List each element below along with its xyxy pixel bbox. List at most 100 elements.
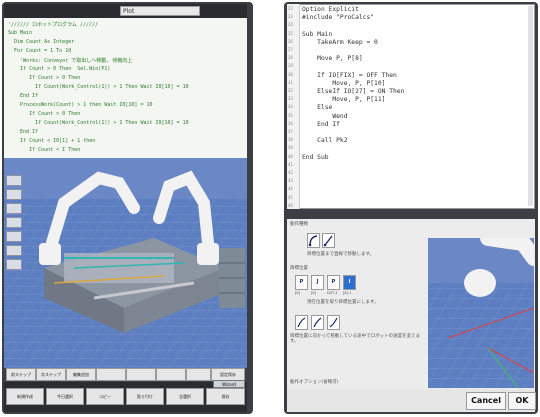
speed-curve-icon-2 <box>313 317 322 328</box>
line-number-gutter: 22 23 24 25 26 27 28 29 30 31 32 33 34 35 36 37 38 39 40 41… <box>287 4 300 209</box>
view-front-button[interactable] <box>6 231 22 242</box>
right-code-line: Wend <box>302 112 348 120</box>
target-i-button[interactable]: I <box>343 275 356 290</box>
left-toolbar-row-2: 新規作成 今日選択 コピー 貼り付け 全選択 保存 <box>6 388 245 406</box>
target-position-description: 現在位置を取り目標位置にします。 <box>307 300 379 305</box>
right-code-line: Call Pk2 <box>302 137 348 145</box>
add-edit-button[interactable]: 編集追加 <box>66 368 96 381</box>
motion-options-label: 動作オプション(省略可) <box>290 380 339 385</box>
target-j-button[interactable]: J <box>311 275 324 290</box>
right-code-line: #include "ProCalcs" <box>302 14 375 22</box>
ok-button[interactable]: OK <box>508 392 536 410</box>
right-code-line: Move, P, P[11] <box>302 96 386 104</box>
target-i-text: I <box>348 279 351 285</box>
target-j-text: J <box>316 279 319 285</box>
panel-divider <box>287 210 535 219</box>
left-code-line: If Count > 0 Then Sel.Win(P1) <box>8 66 111 72</box>
right-3d-preview[interactable] <box>428 238 534 388</box>
line-number: 35 <box>288 112 293 118</box>
right-code-line: End Sub <box>302 153 329 161</box>
left-code-line: If Count > 0 Then <box>8 75 81 81</box>
view-rotate-button[interactable] <box>6 189 22 200</box>
select-button[interactable]: 今日選択 <box>46 388 84 405</box>
line-number: 42 <box>288 170 293 175</box>
copy-button[interactable]: コピー <box>86 388 124 405</box>
left-code-line: End If <box>8 129 39 135</box>
right-code-editor[interactable]: Option Explicit #include "ProCalcs" Sub Ma… <box>287 4 535 209</box>
left-code-line: If Count < I Then <box>8 147 81 153</box>
right-code-line: Option Explicit <box>302 6 359 13</box>
target-j-sublabel: [8] <box>311 291 316 295</box>
target-p-button[interactable]: P <box>295 275 308 290</box>
next-step-button[interactable]: 次ステップ <box>36 368 66 381</box>
left-code-line: Sub Main <box>8 30 33 36</box>
line-number: 26 <box>288 38 293 44</box>
line-number: 43 <box>288 178 293 184</box>
left-code-line: 'Works: Conveyor で取出しへ移動, 待機向上 <box>8 58 133 64</box>
paste-button[interactable]: 貼り付け <box>126 388 164 405</box>
line-number: 30 <box>288 71 293 77</box>
left-code-line: End If <box>8 93 39 99</box>
speed-option-1-button[interactable] <box>295 315 308 330</box>
left-code-editor[interactable]: '////// ロボットプログラム ////// Sub Main Dim Cou… <box>4 18 247 158</box>
left-code-line: For Count = 1 To 10 <box>8 48 72 54</box>
line-number: 39 <box>288 145 293 151</box>
left-view-toolbar <box>6 175 22 285</box>
line-number: 32 <box>288 88 293 93</box>
line-number: 41 <box>288 161 293 167</box>
toolbar-button-7[interactable] <box>186 368 211 381</box>
right-code-line: Sub Main <box>302 30 333 38</box>
target-p-sublabel: [8] <box>295 291 300 295</box>
cancel-button[interactable]: Cancel <box>466 392 506 410</box>
right-code-line: ElseIf IO[27] = ON Then <box>302 88 405 95</box>
toolbar-button-5[interactable] <box>126 368 156 381</box>
right-code-line: Move, P, P[10] <box>302 79 386 87</box>
view-side-button[interactable] <box>6 259 22 270</box>
line-number: 38 <box>288 137 293 143</box>
right-code-line: TakeArm Keep = 0 <box>302 38 378 46</box>
code-scrollbar[interactable] <box>528 6 533 206</box>
right-code-line: If IO[FIX] = OFF Then <box>302 71 397 79</box>
save-button[interactable]: 保存 <box>206 388 245 405</box>
line-number: 46 <box>288 202 293 208</box>
left-code-line: Dim Count As Integer <box>8 39 75 45</box>
line-number: 23 <box>288 14 293 20</box>
target-i-sublabel: [8]-1 <box>343 291 352 295</box>
right-code-line: Else <box>302 104 333 112</box>
speed-curve-icon <box>297 317 306 328</box>
speed-description: 目標位置に向かって移動している途中でロボットの速度を変えます。 <box>290 334 421 344</box>
line-number: 40 <box>288 153 293 159</box>
view-zoom-button[interactable] <box>6 217 22 228</box>
left-toolbar-row-1: 前ステップ 次ステップ 編集追加 設定保存 <box>6 368 245 382</box>
motion-linear-button[interactable] <box>322 233 335 248</box>
select-all-button[interactable]: 全選択 <box>166 388 204 405</box>
speed-option-3-button[interactable] <box>327 315 340 330</box>
ptp-motion-icon <box>308 235 318 247</box>
toolbar-button-6[interactable] <box>156 368 186 381</box>
target-p-text: P <box>299 279 304 285</box>
line-number: 37 <box>288 129 293 134</box>
speed-curve-icon-3 <box>329 317 338 328</box>
line-number: 22 <box>288 6 293 11</box>
motion-ptp-button[interactable] <box>307 233 320 248</box>
line-number: 44 <box>288 186 293 192</box>
view-home-button[interactable] <box>6 175 22 186</box>
left-code-line: ProcessWork(Count) > 1 then Wait I0[10] … <box>8 102 153 108</box>
line-number: 28 <box>288 55 293 61</box>
view-top-button[interactable] <box>6 245 22 256</box>
line-number: 31 <box>288 79 293 85</box>
target-position-label: 目標位置 <box>290 266 308 271</box>
view-pan-button[interactable] <box>6 203 22 214</box>
line-number: 24 <box>288 22 293 28</box>
program-name-field[interactable]: Plot <box>120 6 200 16</box>
robot-preview-scene <box>428 238 534 388</box>
wizard-button[interactable]: Wizard <box>213 380 245 388</box>
left-3d-viewport[interactable] <box>4 158 247 368</box>
target-p2-text: P <box>331 279 336 285</box>
line-number: 36 <box>288 120 293 126</box>
speed-option-2-button[interactable] <box>311 315 324 330</box>
target-p2-button[interactable]: P <box>327 275 340 290</box>
new-button[interactable]: 新規作成 <box>6 388 44 405</box>
toolbar-button-4[interactable] <box>96 368 126 381</box>
prev-step-button[interactable]: 前ステップ <box>6 368 36 381</box>
